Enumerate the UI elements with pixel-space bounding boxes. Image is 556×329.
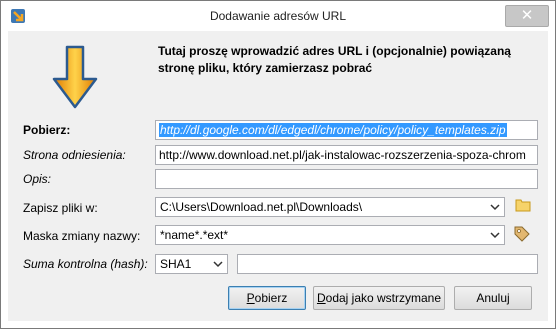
checksum-type-combo[interactable]: SHA1 — [155, 254, 228, 274]
folder-icon[interactable] — [515, 197, 531, 213]
download-label: Pobierz: — [23, 123, 71, 137]
tag-icon[interactable] — [513, 225, 531, 243]
close-button[interactable]: ✕ — [505, 5, 549, 27]
instructions-text: Tutaj proszę wprowadzić adres URL i (opc… — [158, 44, 511, 75]
cancel-button[interactable]: Anuluj — [454, 286, 532, 310]
rename-mask-combo[interactable]: *name*.*ext* — [155, 225, 505, 245]
save-to-value: C:\Users\Download.net.pl\Downloads\ — [160, 200, 363, 214]
chevron-down-icon[interactable] — [489, 229, 501, 241]
download-button[interactable]: Pobierz — [228, 286, 306, 310]
add-paused-button[interactable]: Dodaj jako wstrzymane — [313, 286, 445, 310]
orange-down-arrow-icon — [52, 45, 98, 109]
save-to-label: Zapisz pliki w: — [23, 201, 98, 215]
download-button-mnemonic: P — [246, 291, 255, 305]
add-paused-button-mnemonic: D — [316, 291, 326, 305]
chevron-down-icon[interactable] — [489, 201, 501, 213]
add-paused-button-label: odaj jako wstrzymane — [325, 291, 442, 305]
description-label: Opis: — [23, 172, 52, 186]
dialog-body: Tutaj proszę wprowadzić adres URL i (opc… — [8, 31, 548, 321]
description-input[interactable] — [155, 169, 538, 189]
window-title: Dodawanie adresów URL — [209, 9, 347, 23]
download-url-value: http://dl.google.com/dl/edgedl/chrome/po… — [159, 123, 507, 137]
save-to-combo[interactable]: C:\Users\Download.net.pl\Downloads\ — [155, 197, 505, 217]
chevron-down-icon[interactable] — [212, 258, 224, 270]
checksum-label: Suma kontrolna (hash): — [23, 257, 148, 271]
referer-input[interactable]: http://www.download.net.pl/jak-instalowa… — [155, 145, 538, 165]
title-bar: Dodawanie adresów URL ✕ — [1, 1, 555, 31]
rename-mask-label: Maska zmiany nazwy: — [23, 229, 141, 243]
download-button-label: obierz — [254, 291, 288, 305]
download-url-input[interactable]: http://dl.google.com/dl/edgedl/chrome/po… — [155, 120, 538, 140]
checksum-input[interactable] — [237, 254, 538, 274]
referer-label: Strona odniesienia: — [23, 148, 126, 162]
add-url-dialog: Dodawanie adresów URL ✕ Tutaj proszę wpr… — [0, 0, 556, 329]
rename-mask-value: *name*.*ext* — [160, 228, 229, 242]
checksum-type-value: SHA1 — [160, 257, 192, 271]
